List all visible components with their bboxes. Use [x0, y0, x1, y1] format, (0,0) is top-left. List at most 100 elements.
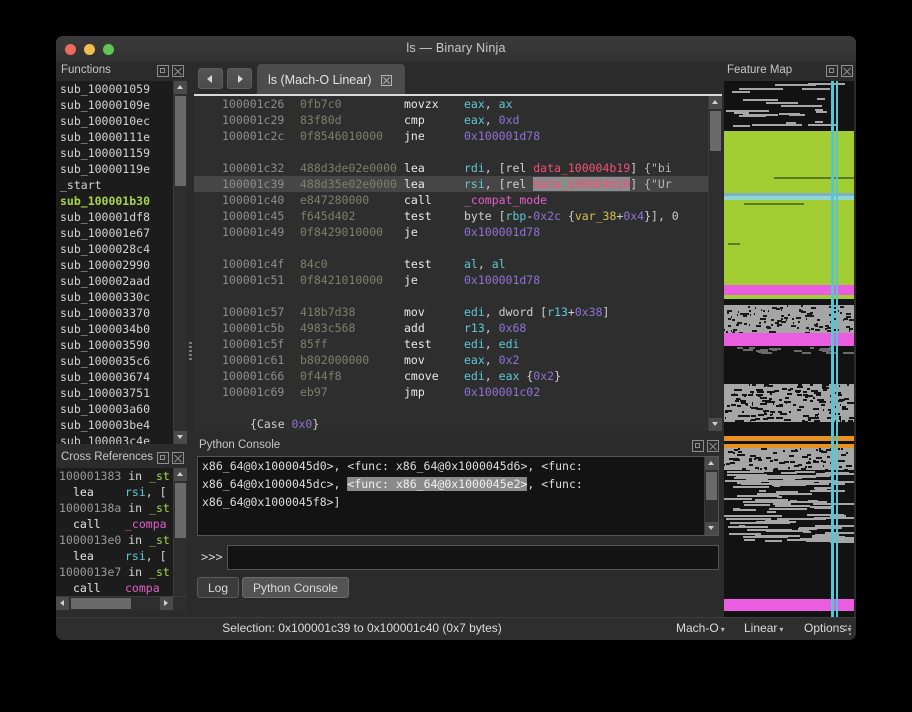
disassembly-line[interactable]: 100001c51 0f8421010000 je 0x100001d78	[194, 272, 709, 288]
window-resize-grip[interactable]	[841, 625, 853, 637]
disassembly-line[interactable]: 100001c57 418b7d38 mov edi, dword [r13+0x38…	[194, 304, 709, 320]
disassembly-line[interactable]: 100001c29 83f80d cmp eax, 0xd	[194, 112, 709, 128]
function-list-item[interactable]: _start	[56, 177, 187, 193]
disassembly-annotation-line[interactable]: {Case 0x0}	[194, 416, 709, 431]
navigate-forward-button[interactable]	[227, 68, 252, 89]
disassembly-lines[interactable]: 100001c26 0fb7c0 movzx eax, ax 100001c29 83f8…	[194, 96, 709, 431]
operand-text: {Case	[250, 417, 292, 431]
function-list-item[interactable]: sub_1000034b0	[56, 321, 187, 337]
python-scroll-down-button[interactable]	[705, 522, 718, 535]
disassembly-scroll-thumb[interactable]	[710, 111, 721, 151]
function-list-item[interactable]: sub_10000330c	[56, 289, 187, 305]
xrefs-hscrollbar[interactable]	[56, 596, 187, 611]
detach-panel-icon[interactable]	[692, 440, 704, 452]
disassembly-line[interactable]: 100001c5f 85ff test edi, edi	[194, 336, 709, 352]
detach-panel-icon[interactable]	[157, 452, 169, 464]
xrefs-scroll-thumb[interactable]	[175, 483, 186, 538]
function-list-item[interactable]: sub_100001b30	[56, 193, 187, 209]
tab-python-console[interactable]: Python Console	[242, 577, 349, 598]
xref-instruction-row[interactable]: call compa	[56, 580, 187, 596]
feature-map-segment	[793, 322, 794, 324]
function-list-item[interactable]: sub_100001e67	[56, 225, 187, 241]
disassembly-scrollbar[interactable]	[708, 96, 722, 431]
function-list-item[interactable]: sub_100002aad	[56, 273, 187, 289]
feature-map-cursor[interactable]	[836, 81, 838, 621]
detach-panel-icon[interactable]	[157, 65, 169, 77]
function-list-item[interactable]: sub_10000119e	[56, 161, 187, 177]
python-scroll-up-button[interactable]	[705, 457, 718, 470]
function-list-item[interactable]: sub_1000010ec	[56, 113, 187, 129]
close-tab-icon[interactable]	[380, 74, 392, 86]
disassembly-line[interactable]: 100001c32 488d3de02e0000 lea rdi, [rel data…	[194, 160, 709, 176]
navigate-back-button[interactable]	[198, 68, 223, 89]
disassembly-line[interactable]: 100001c4f 84c0 test al, al	[194, 256, 709, 272]
function-list-item[interactable]: sub_1000028c4	[56, 241, 187, 257]
python-output-scrollbar[interactable]	[704, 457, 718, 535]
xrefs-list[interactable]: 100001383 in _st lea rsi, [10000138a in _s…	[56, 468, 187, 611]
feature-map-canvas[interactable]	[724, 81, 854, 621]
disassembly-view[interactable]: 100001c26 0fb7c0 movzx eax, ax 100001c29 83f8…	[194, 96, 722, 446]
detach-panel-icon[interactable]	[826, 65, 838, 77]
disassembly-scroll-down-button[interactable]	[709, 418, 722, 431]
xref-address-row[interactable]: 10000138a in _st	[56, 500, 187, 516]
function-list-item[interactable]: sub_100003c4e	[56, 433, 187, 444]
close-panel-icon[interactable]	[707, 440, 719, 452]
function-list-item[interactable]: sub_100002990	[56, 257, 187, 273]
disassembly-line[interactable]: 100001c40 e847280000 call _compat_mode	[194, 192, 709, 208]
python-input[interactable]	[227, 545, 719, 570]
close-panel-icon[interactable]	[172, 452, 184, 464]
tab-ls-macho-linear[interactable]: ls (Mach-O Linear)	[257, 64, 405, 96]
function-list-item[interactable]: sub_100003674	[56, 369, 187, 385]
function-list-item[interactable]: sub_100003590	[56, 337, 187, 353]
status-dropdown-file-format[interactable]: Mach-O ▾	[676, 621, 725, 635]
function-list-item[interactable]: sub_10000109e	[56, 97, 187, 113]
disassembly-line[interactable]: 100001c26 0fb7c0 movzx eax, ax	[194, 96, 709, 112]
python-scroll-thumb[interactable]	[706, 472, 717, 500]
disassembly-line[interactable]: 100001c2c 0f8546010000 jne 0x100001d78	[194, 128, 709, 144]
python-console-output[interactable]: x86_64@0x1000045d0>, <func: x86_64@0x100…	[197, 456, 719, 536]
functions-scroll-down-button[interactable]	[174, 431, 187, 444]
disassembly-line[interactable]: 100001c5b 4983c568 add r13, 0x68	[194, 320, 709, 336]
xrefs-scroll-left-button[interactable]	[56, 597, 69, 610]
function-list-item[interactable]: sub_100003be4	[56, 417, 187, 433]
function-list-item[interactable]: sub_100001df8	[56, 209, 187, 225]
disassembly-scroll-up-button[interactable]	[709, 96, 722, 109]
functions-scroll-thumb[interactable]	[175, 96, 186, 186]
xref-address-row[interactable]: 1000013e7 in _st	[56, 564, 187, 580]
xrefs-hscroll-thumb[interactable]	[71, 598, 131, 609]
disassembly-line[interactable]: 100001c61 b802000000 mov eax, 0x2	[194, 352, 709, 368]
function-list-item[interactable]: sub_1000035c6	[56, 353, 187, 369]
xrefs-vscrollbar[interactable]	[173, 468, 187, 611]
status-dropdown-view-mode[interactable]: Linear ▾	[744, 621, 783, 635]
function-list-item[interactable]: sub_100003751	[56, 385, 187, 401]
tab-log[interactable]: Log	[197, 577, 240, 598]
disassembly-line[interactable]: 100001c69 eb97 jmp 0x100001c02	[194, 384, 709, 400]
function-list-item[interactable]: sub_100001159	[56, 145, 187, 161]
xref-instruction-row[interactable]: lea rsi, [	[56, 548, 187, 564]
feature-map-segment	[780, 324, 782, 326]
xref-instruction-row[interactable]: lea rsi, [	[56, 484, 187, 500]
xref-address-row[interactable]: 1000013e0 in _st	[56, 532, 187, 548]
feature-map-cursor[interactable]	[831, 81, 834, 621]
functions-scroll-up-button[interactable]	[174, 81, 187, 94]
operand-variable: var_38	[574, 209, 617, 223]
xrefs-scroll-right-button[interactable]	[160, 597, 173, 610]
disassembly-line[interactable]: 100001c39 488d35e02e0000 lea rsi, [rel data…	[194, 176, 709, 192]
xref-instruction-row[interactable]: call _compa	[56, 516, 187, 532]
functions-scrollbar[interactable]	[173, 81, 187, 444]
function-list-item[interactable]: sub_100003a60	[56, 401, 187, 417]
disassembly-line[interactable]: 100001c66 0f44f8 cmove edi, eax {0x2}	[194, 368, 709, 384]
function-list-item[interactable]: sub_100001059	[56, 81, 187, 97]
disassembly-line[interactable]: 100001c45 f645d402 test byte [rbp-0x2c {var…	[194, 208, 709, 224]
functions-list[interactable]: sub_100001059 sub_10000109e sub_1000010ec s…	[56, 81, 187, 444]
feature-map-segment	[770, 460, 773, 462]
xrefs-scroll-up-button[interactable]	[174, 468, 187, 481]
function-list-item[interactable]: sub_10000111e	[56, 129, 187, 145]
close-panel-icon[interactable]	[841, 65, 853, 77]
left-dock-splitter[interactable]	[187, 62, 194, 640]
function-list-item[interactable]: sub_100003370	[56, 305, 187, 321]
disassembly-line[interactable]: 100001c49 0f8429010000 je 0x100001d78	[194, 224, 709, 240]
close-panel-icon[interactable]	[172, 65, 184, 77]
python-output-text: x86_64@0x1000045f8>]	[202, 495, 341, 509]
xref-address-row[interactable]: 100001383 in _st	[56, 468, 187, 484]
